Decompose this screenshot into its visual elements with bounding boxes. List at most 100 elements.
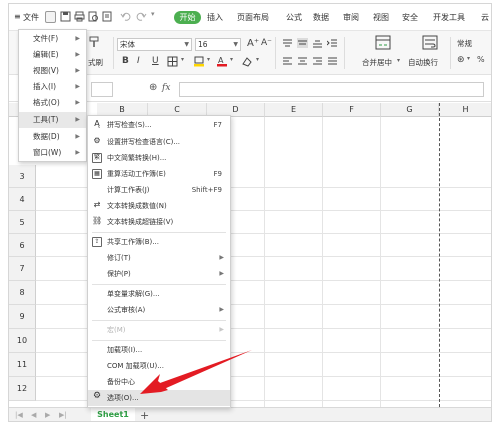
tab-cloud[interactable]: 云 bbox=[481, 12, 489, 23]
underline-button[interactable]: U bbox=[152, 56, 159, 66]
tab-page-layout[interactable]: 页面布局 bbox=[237, 12, 269, 23]
menu-item-spell-check[interactable]: Ą 拼写检查(S)... F7 bbox=[88, 117, 230, 133]
column-header-h[interactable]: H bbox=[439, 103, 491, 117]
hamburger-icon[interactable]: ≡ bbox=[14, 12, 21, 21]
merge-center-icon[interactable] bbox=[375, 35, 391, 50]
chevron-down-icon[interactable]: ▾ bbox=[397, 57, 400, 64]
align-top-icon[interactable] bbox=[282, 38, 293, 48]
redo-icon[interactable] bbox=[136, 11, 147, 22]
tab-developer-tools[interactable]: 开发工具 bbox=[433, 12, 465, 23]
save-icon[interactable] bbox=[60, 11, 71, 22]
name-box[interactable] bbox=[91, 82, 113, 97]
zoom-icon[interactable]: ⊕ bbox=[149, 82, 157, 93]
row-header-9[interactable]: 9 bbox=[9, 305, 36, 329]
format-painter-icon[interactable] bbox=[88, 36, 100, 48]
row-header-8[interactable]: 8 bbox=[9, 281, 36, 305]
decrease-font-icon[interactable]: A⁻ bbox=[261, 38, 272, 48]
menu-item-edit[interactable]: 编辑(E) ▶ bbox=[19, 47, 86, 63]
menu-item-revisions[interactable]: 修订(T) ▶ bbox=[88, 250, 230, 266]
menu-item-text-to-number[interactable]: ⇄ 文本转换成数值(N) bbox=[88, 198, 230, 214]
menu-item-share-workbook[interactable]: ⇪ 共享工作簿(B)... bbox=[88, 234, 230, 250]
column-header-e[interactable]: E bbox=[265, 103, 323, 117]
row-header-7[interactable]: 7 bbox=[9, 257, 36, 281]
menu-item-recalculate-workbook[interactable]: ▦ 重算活动工作簿(E) F9 bbox=[88, 166, 230, 182]
align-right-icon[interactable] bbox=[312, 56, 323, 66]
menu-item-calculate-sheet[interactable]: 计算工作表(J) Shift+F9 bbox=[88, 182, 230, 198]
menu-item-goal-seek[interactable]: 单变量求解(G)... bbox=[88, 286, 230, 302]
tab-security[interactable]: 安全 bbox=[402, 12, 418, 23]
bold-button[interactable]: B bbox=[122, 56, 129, 66]
row-header-10[interactable]: 10 bbox=[9, 329, 36, 353]
row-header-5[interactable]: 5 bbox=[9, 211, 36, 234]
menu-item-insert[interactable]: 插入(I) ▶ bbox=[19, 79, 86, 95]
percent-format-icon[interactable]: ⊛ bbox=[457, 55, 465, 65]
font-size-select[interactable]: 16 ▼ bbox=[195, 38, 241, 51]
next-sheet-icon[interactable]: ▶ bbox=[45, 411, 50, 419]
column-header-f[interactable]: F bbox=[323, 103, 381, 117]
quick-access-dropdown-icon[interactable]: ▾ bbox=[151, 10, 155, 18]
align-left-icon[interactable] bbox=[282, 56, 293, 66]
tab-view[interactable]: 视图 bbox=[373, 12, 389, 23]
tab-data[interactable]: 数据 bbox=[313, 12, 329, 23]
undo-icon[interactable] bbox=[120, 11, 131, 22]
font-name-select[interactable]: 宋体 ▼ bbox=[117, 38, 192, 51]
menu-item-window[interactable]: 窗口(W) ▶ bbox=[19, 145, 86, 161]
chevron-down-icon[interactable]: ▾ bbox=[181, 56, 184, 63]
row-header-12[interactable]: 12 bbox=[9, 377, 36, 401]
merge-center-label[interactable]: 合并居中 bbox=[362, 57, 392, 68]
chevron-down-icon[interactable]: ▾ bbox=[230, 56, 233, 63]
menu-item-data[interactable]: 数据(D) ▶ bbox=[19, 129, 86, 145]
tab-review[interactable]: 审阅 bbox=[343, 12, 359, 23]
menu-item-format[interactable]: 格式(O) ▶ bbox=[19, 95, 86, 111]
sheet-tab-sheet1[interactable]: Sheet1 bbox=[91, 408, 135, 421]
menu-item-view[interactable]: 视图(V) ▶ bbox=[19, 63, 86, 79]
align-center-icon[interactable] bbox=[297, 56, 308, 66]
menu-item-macro[interactable]: 宏(M) ▶ bbox=[88, 322, 230, 338]
font-color-icon[interactable]: A bbox=[216, 56, 228, 67]
export-pdf-icon[interactable] bbox=[102, 11, 113, 22]
clear-format-icon[interactable] bbox=[241, 56, 253, 67]
chevron-down-icon[interactable]: ▾ bbox=[256, 56, 259, 63]
file-dropdown-icon[interactable] bbox=[45, 11, 56, 23]
menu-item-add-ins[interactable]: 加载项(I)... bbox=[88, 342, 230, 358]
menu-item-chinese-conversion[interactable]: 繁 中文简繁转换(H)... bbox=[88, 150, 230, 166]
wrap-text-label[interactable]: 自动换行 bbox=[408, 57, 438, 68]
row-header-3[interactable]: 3 bbox=[9, 165, 36, 188]
menu-item-formula-auditing[interactable]: 公式审核(A) ▶ bbox=[88, 302, 230, 318]
fx-icon[interactable]: fx bbox=[162, 83, 170, 93]
first-sheet-icon[interactable]: |◀ bbox=[15, 411, 23, 419]
menu-item-text-to-hyperlink[interactable]: ⛓ 文本转换成超链接(V) bbox=[88, 214, 230, 230]
last-sheet-icon[interactable]: ▶| bbox=[59, 411, 67, 419]
chevron-down-icon[interactable]: ▾ bbox=[467, 55, 470, 62]
menu-item-file[interactable]: 文件(F) ▶ bbox=[19, 31, 86, 47]
chevron-down-icon[interactable]: ▾ bbox=[207, 56, 210, 63]
column-header-g[interactable]: G bbox=[381, 103, 439, 117]
wrap-text-icon[interactable] bbox=[422, 35, 438, 50]
prev-sheet-icon[interactable]: ◀ bbox=[31, 411, 36, 419]
file-menu-button[interactable]: 文件 bbox=[23, 12, 39, 23]
menu-item-options[interactable]: ⚙ 选项(O)... bbox=[88, 390, 230, 406]
increase-font-icon[interactable]: A⁺ bbox=[247, 38, 259, 49]
tab-start[interactable]: 开始 bbox=[174, 11, 201, 24]
fill-color-icon[interactable] bbox=[193, 56, 205, 67]
add-sheet-button[interactable]: + bbox=[140, 409, 149, 421]
row-header-6[interactable]: 6 bbox=[9, 234, 36, 257]
indent-icon[interactable] bbox=[327, 38, 338, 48]
menu-item-protect[interactable]: 保护(P) ▶ bbox=[88, 266, 230, 282]
tab-insert[interactable]: 插入 bbox=[207, 12, 223, 23]
tab-formulas[interactable]: 公式 bbox=[286, 12, 302, 23]
border-icon[interactable] bbox=[167, 56, 179, 67]
row-header-11[interactable]: 11 bbox=[9, 353, 36, 377]
justify-icon[interactable] bbox=[327, 56, 338, 66]
menu-item-tools[interactable]: 工具(T) ▶ bbox=[19, 112, 86, 128]
menu-item-spell-language[interactable]: ⚙ 设置拼写检查语言(C)... bbox=[88, 134, 230, 150]
thousands-separator-icon[interactable]: % bbox=[477, 55, 485, 64]
align-bottom-icon[interactable] bbox=[312, 38, 323, 48]
formula-input[interactable] bbox=[179, 82, 484, 97]
menu-item-com-add-ins[interactable]: COM 加载项(U)... bbox=[88, 358, 230, 374]
align-middle-icon[interactable] bbox=[297, 38, 308, 48]
number-format-select[interactable]: 常规 bbox=[455, 38, 491, 51]
print-icon[interactable] bbox=[74, 11, 85, 22]
print-preview-icon[interactable] bbox=[88, 11, 99, 22]
italic-button[interactable]: I bbox=[137, 56, 140, 66]
